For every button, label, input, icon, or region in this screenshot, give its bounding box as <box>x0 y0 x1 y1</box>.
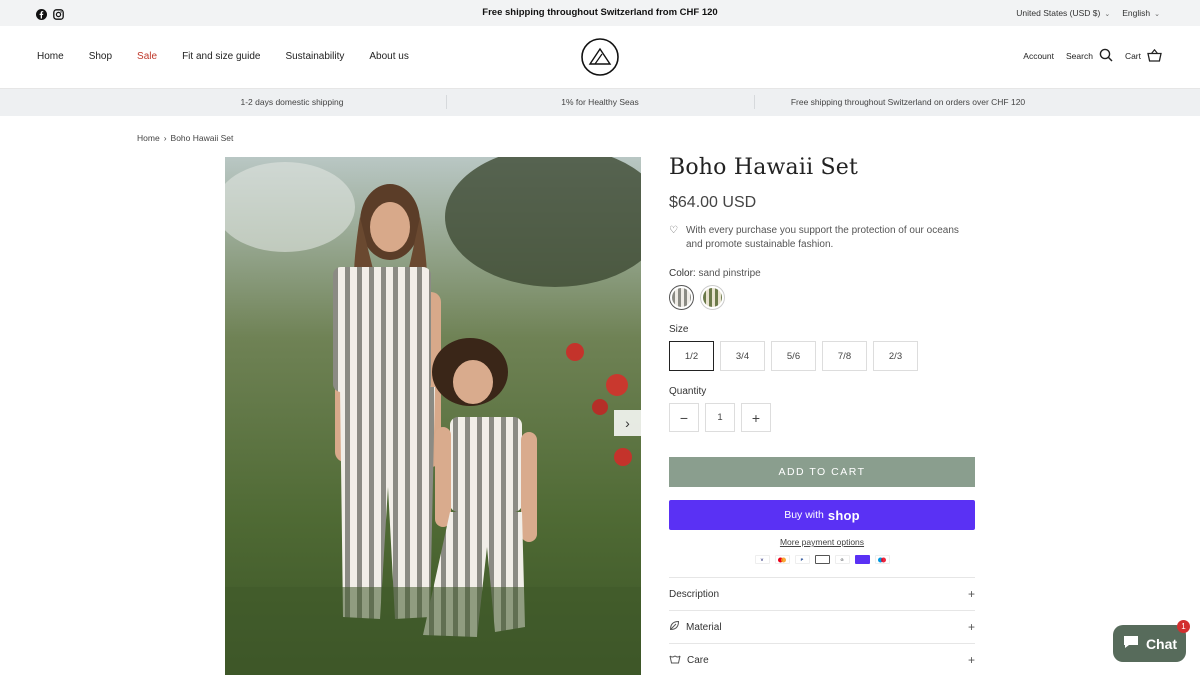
announcement-bar: Free shipping throughout Switzerland fro… <box>0 0 1200 26</box>
header-actions: Account Search Cart <box>1023 48 1162 64</box>
payment-icons: V P G <box>669 555 975 564</box>
size-label: Size <box>669 324 689 335</box>
currency-selector[interactable]: United States (USD $) ⌄ <box>1016 8 1110 18</box>
size-option[interactable]: 1/2 <box>669 341 714 371</box>
visa-icon: V <box>754 555 770 564</box>
color-swatch-sand-pinstripe[interactable] <box>669 285 694 310</box>
swatch-image <box>703 288 722 307</box>
swatch-image <box>672 288 691 307</box>
maestro-icon <box>874 555 890 564</box>
color-swatches <box>669 285 975 310</box>
language-selector[interactable]: English ⌄ <box>1122 8 1160 18</box>
apple-pay-icon <box>814 555 830 564</box>
locale-selectors: United States (USD $) ⌄ English ⌄ <box>1016 8 1160 18</box>
chevron-down-icon: ⌄ <box>1154 11 1160 18</box>
basket-icon <box>1147 48 1162 64</box>
size-option[interactable]: 3/4 <box>720 341 765 371</box>
product-title: Boho Hawaii Set <box>669 155 859 180</box>
product-image[interactable] <box>225 157 641 675</box>
plus-icon: + <box>967 653 975 667</box>
accordion-description[interactable]: Description + <box>669 578 975 611</box>
breadcrumb-home[interactable]: Home <box>137 133 160 143</box>
chat-button[interactable]: Chat <box>1113 625 1186 662</box>
chat-bubble-icon <box>1122 634 1140 653</box>
product-panel: Boho Hawaii Set $64.00 USD ♡ With every … <box>669 155 975 675</box>
sustainability-notice: ♡ With every purchase you support the pr… <box>669 225 959 250</box>
usp-free-shipping: Free shipping throughout Switzerland on … <box>790 97 1026 107</box>
breadcrumb-current: Boho Hawaii Set <box>170 133 234 143</box>
quantity-decrease-button[interactable]: − <box>669 403 699 432</box>
plus-icon: + <box>751 409 761 426</box>
paypal-icon: P <box>794 555 810 564</box>
cart-button[interactable]: Cart <box>1125 48 1162 64</box>
search-button[interactable]: Search <box>1066 48 1113 64</box>
accordion-material[interactable]: Material + <box>669 611 975 644</box>
size-option[interactable]: 5/6 <box>771 341 816 371</box>
shop-logo: shop <box>827 507 860 523</box>
nav-about-us[interactable]: About us <box>369 51 408 62</box>
more-payment-options-link[interactable]: More payment options <box>669 537 975 547</box>
next-image-button[interactable]: › <box>614 410 641 436</box>
chevron-right-icon: › <box>625 415 630 431</box>
quantity-stepper: − 1 + <box>669 403 975 432</box>
quantity-increase-button[interactable]: + <box>741 403 771 432</box>
product-price: $64.00 USD <box>669 194 757 211</box>
product-accordion: Description + Material + Care + <box>669 577 975 675</box>
nav-home[interactable]: Home <box>37 51 64 62</box>
heart-icon: ♡ <box>669 225 678 236</box>
size-option[interactable]: 7/8 <box>822 341 867 371</box>
accordion-care[interactable]: Care + <box>669 644 975 675</box>
size-options: 1/2 3/4 5/6 7/8 2/3 <box>669 341 975 371</box>
mastercard-icon <box>774 555 790 564</box>
plus-icon: + <box>967 587 975 601</box>
main-nav: Home Shop Sale Fit and size guide Sustai… <box>37 51 409 62</box>
size-option[interactable]: 2/3 <box>873 341 918 371</box>
usp-healthy-seas: 1% for Healthy Seas <box>561 97 639 107</box>
chevron-down-icon: ⌄ <box>1104 11 1111 18</box>
plus-icon: + <box>967 620 975 634</box>
quantity-label: Quantity <box>669 386 707 397</box>
search-icon <box>1099 48 1113 64</box>
nav-fit-size-guide[interactable]: Fit and size guide <box>182 51 260 62</box>
washing-icon <box>669 654 681 667</box>
breadcrumb: Home › Boho Hawaii Set <box>137 133 233 143</box>
leaf-icon <box>669 620 680 634</box>
nav-shop[interactable]: Shop <box>89 51 112 62</box>
site-header: Home Shop Sale Fit and size guide Sustai… <box>0 26 1200 89</box>
color-value: sand pinstripe <box>698 268 761 279</box>
breadcrumb-separator: › <box>163 133 167 143</box>
site-logo[interactable] <box>581 38 619 76</box>
nav-sustainability[interactable]: Sustainability <box>285 51 344 62</box>
google-pay-icon: G <box>834 555 850 564</box>
quantity-input[interactable]: 1 <box>705 403 735 432</box>
color-label: Color: sand pinstripe <box>669 268 761 279</box>
minus-icon: − <box>679 409 689 426</box>
chat-notification-badge: 1 <box>1177 620 1190 633</box>
usp-bar: 1-2 days domestic shipping 1% for Health… <box>0 89 1200 116</box>
color-swatch-alt[interactable] <box>700 285 725 310</box>
add-to-cart-button[interactable]: ADD TO CART <box>669 457 975 487</box>
account-link[interactable]: Account <box>1023 51 1054 61</box>
shop-pay-icon <box>854 555 870 564</box>
buy-with-shop-button[interactable]: Buy with shop <box>669 500 975 530</box>
nav-sale[interactable]: Sale <box>137 51 157 62</box>
